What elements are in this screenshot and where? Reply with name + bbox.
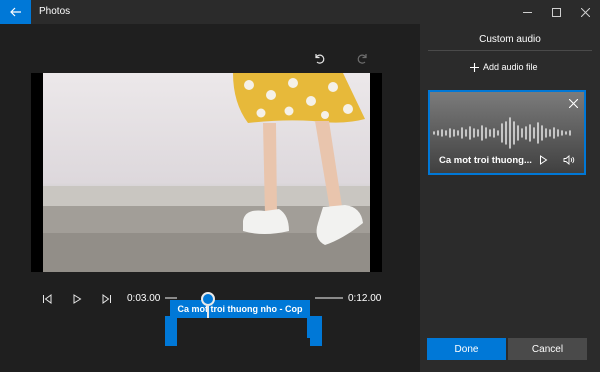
play-button[interactable] (68, 290, 86, 308)
video-preview[interactable] (31, 73, 382, 272)
minimize-button[interactable] (512, 0, 542, 24)
skip-forward-button[interactable] (98, 290, 116, 308)
done-button[interactable]: Done (427, 338, 506, 360)
play-icon (73, 294, 82, 304)
undo-button[interactable] (309, 48, 329, 68)
app-title: Photos (39, 6, 71, 17)
close-icon (580, 7, 590, 17)
cancel-button[interactable]: Cancel (508, 338, 587, 360)
audio-clip[interactable]: Ca mot troi thuong nho - Cop (170, 300, 310, 318)
playhead[interactable] (201, 292, 215, 306)
time-start: 0:03.00 (127, 293, 161, 304)
undo-icon (315, 54, 325, 64)
custom-audio-panel: Custom audio Add audio file Ca mot troi … (420, 24, 600, 372)
panel-divider (428, 50, 592, 51)
add-audio-file-label: Add audio file (483, 62, 538, 72)
audio-item-play-button[interactable] (536, 153, 550, 167)
video-frame (43, 73, 370, 272)
redo-icon (357, 54, 367, 64)
close-window-button[interactable] (570, 0, 600, 24)
video-frame-illustration (43, 73, 370, 272)
skip-forward-icon (102, 294, 111, 304)
skip-back-button[interactable] (38, 290, 56, 308)
back-button[interactable] (0, 0, 31, 24)
audio-item-volume-button[interactable] (562, 153, 576, 167)
maximize-button[interactable] (541, 0, 571, 24)
play-icon (539, 155, 547, 165)
time-end: 0:12.00 (348, 293, 382, 304)
volume-icon (563, 155, 575, 165)
title-bar: Photos (0, 0, 600, 24)
trim-handle-right[interactable] (310, 316, 322, 346)
cancel-button-label: Cancel (531, 343, 564, 355)
playhead-line (207, 306, 209, 318)
maximize-icon (551, 7, 561, 17)
remove-icon (568, 98, 578, 108)
redo-button[interactable] (353, 48, 373, 68)
timeline-track-left[interactable] (165, 297, 177, 299)
skip-back-icon (43, 294, 52, 304)
panel-title: Custom audio (479, 34, 541, 45)
trim-handle-left[interactable] (165, 316, 177, 346)
audio-clip-label: Ca mot troi thuong nho - Cop (177, 304, 303, 314)
back-arrow-icon (9, 7, 21, 17)
done-button-label: Done (454, 343, 479, 355)
audio-item-name: Ca mot troi thuong... (439, 155, 532, 166)
timeline-track-right[interactable] (315, 297, 343, 299)
audio-item-card[interactable]: Ca mot troi thuong... (428, 90, 586, 175)
remove-audio-button[interactable] (566, 96, 580, 110)
add-audio-file-button[interactable]: Add audio file (470, 60, 538, 74)
minimize-icon (522, 11, 532, 13)
plus-icon (470, 62, 479, 72)
